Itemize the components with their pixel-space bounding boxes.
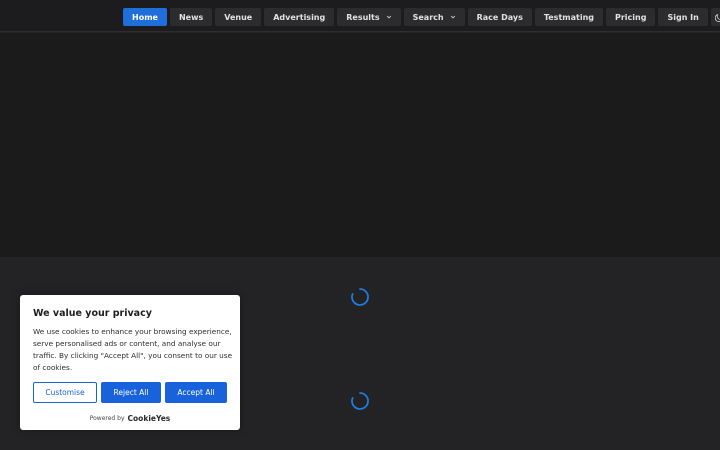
chevron-down-icon [450,15,455,19]
nav-results-label: Results [346,12,380,22]
nav-news[interactable]: News [169,8,213,26]
nav-sign-in-label: Sign In [667,12,699,22]
spinner-icon [351,392,369,410]
cookie-consent-banner: We value your privacy We use cookies to … [20,295,240,430]
nav-search-label: Search [412,12,444,22]
nav-sign-in[interactable]: Sign In [658,8,708,26]
top-navigation-bar: Home News Venue Advertising Results Sear… [0,0,720,32]
accept-all-button[interactable]: Accept All [165,382,227,403]
nav-venue-label: Venue [224,12,253,22]
nav-results-dropdown[interactable]: Results [337,8,401,26]
nav-race-days-label: Race Days [476,12,523,22]
nav-venue[interactable]: Venue [215,8,262,26]
nav-testmating-label: Testmating [543,12,594,22]
spinner-icon [351,288,369,306]
theme-toggle-button[interactable] [710,8,720,26]
chevron-down-icon [386,15,391,19]
nav-news-label: News [178,12,204,22]
hero-banner [0,33,720,257]
nav-search-dropdown[interactable]: Search [403,8,465,26]
powered-by-label: Powered by [89,415,125,422]
powered-by: Powered by CookieYes [20,414,240,423]
reject-all-button[interactable]: Reject All [101,382,161,403]
nav-advertising[interactable]: Advertising [264,8,335,26]
cookie-title: We value your privacy [33,308,152,319]
nav-advertising-label: Advertising [273,12,326,22]
nav-race-days[interactable]: Race Days [467,8,532,26]
nav-testmating[interactable]: Testmating [534,8,603,26]
cookie-description: We use cookies to enhance your browsing … [33,327,233,372]
nav-home[interactable]: Home [123,8,167,26]
customise-button[interactable]: Customise [33,382,97,403]
cookie-button-group: Customise Reject All Accept All [33,382,227,403]
nav-home-label: Home [132,12,158,22]
main-nav: Home News Venue Advertising Results Sear… [123,8,720,26]
nav-pricing-label: Pricing [615,12,647,22]
moon-icon [715,13,720,22]
nav-pricing[interactable]: Pricing [606,8,656,26]
cookieyes-logo[interactable]: CookieYes [128,414,171,423]
